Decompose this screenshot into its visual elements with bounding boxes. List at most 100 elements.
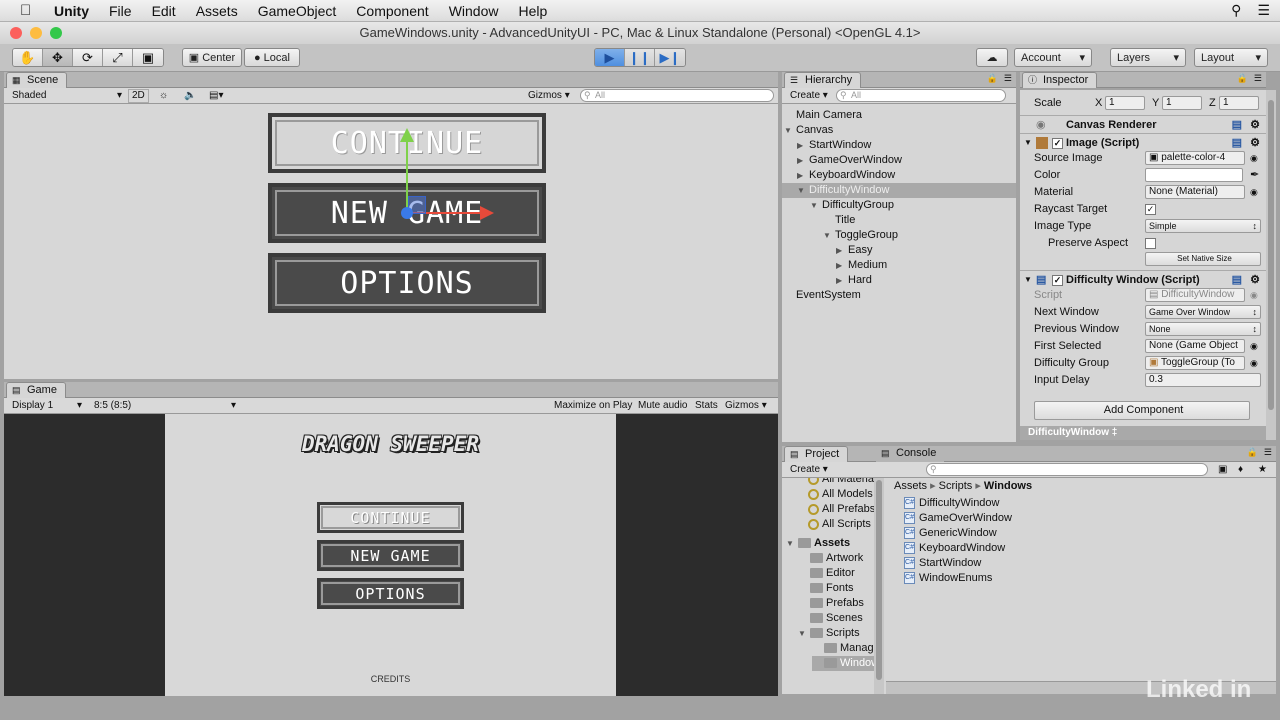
move-tool-icon[interactable]: ✥ xyxy=(43,49,73,66)
step-icon[interactable]: ▶❙ xyxy=(655,49,685,66)
hierarchy-item[interactable]: ▼ DifficultyWindow xyxy=(782,183,1016,198)
preserve-aspect-checkbox[interactable] xyxy=(1145,235,1156,251)
scene-search-input[interactable]: ⚲ All xyxy=(580,89,774,102)
scene-options-button[interactable]: OPTIONS xyxy=(268,253,546,313)
folder-item[interactable]: Prefabs xyxy=(798,596,864,611)
script-file-item[interactable]: C# WindowEnums xyxy=(904,571,992,586)
minimize-window-button[interactable] xyxy=(30,27,42,39)
inspector-scrollbar-thumb[interactable] xyxy=(1268,100,1274,410)
spotlight-search-icon[interactable]: ⚲ xyxy=(1231,2,1241,19)
mute-audio-toggle[interactable]: Mute audio xyxy=(638,399,687,413)
maximize-on-play-toggle[interactable]: Maximize on Play xyxy=(554,399,632,413)
hierarchy-item[interactable]: Main Camera xyxy=(782,108,1016,123)
scene-view[interactable]: CONTINUE NEW GAME OPTIONS xyxy=(4,104,778,476)
collapsed-arrow-icon[interactable]: ▶ xyxy=(797,153,809,168)
folder-item[interactable]: Artwork xyxy=(798,551,863,566)
tab-project[interactable]: ▤ Project xyxy=(784,446,849,462)
cloud-button[interactable]: ☁ xyxy=(976,48,1008,67)
hierarchy-item[interactable]: ▶ StartWindow xyxy=(782,138,1016,153)
folder-item[interactable]: Editor xyxy=(798,566,855,581)
object-picker-icon[interactable]: ◉ xyxy=(1250,150,1258,166)
folder-item[interactable]: Manage xyxy=(812,641,874,656)
inspector-scrollbar[interactable] xyxy=(1266,90,1276,440)
game-credits-link[interactable]: CREDITS xyxy=(165,674,616,684)
menu-window[interactable]: Window xyxy=(449,3,499,19)
scale-z-field[interactable]: 1 xyxy=(1219,96,1259,110)
gizmos-dropdown[interactable]: Gizmos ▾ xyxy=(528,89,570,103)
hierarchy-item[interactable]: Title xyxy=(782,213,1016,228)
pause-icon[interactable]: ❙❙ xyxy=(625,49,655,66)
rotate-tool-icon[interactable]: ⟳ xyxy=(73,49,103,66)
menu-help[interactable]: Help xyxy=(518,3,547,19)
folder-item[interactable]: Window xyxy=(812,656,874,671)
project-search-input[interactable]: ⚲ xyxy=(926,463,1208,476)
pivot-center-button[interactable]: ▣ Center xyxy=(182,48,242,67)
expanded-arrow-icon[interactable]: ▼ xyxy=(786,536,798,551)
hierarchy-item[interactable]: ▼ ToggleGroup xyxy=(782,228,1016,243)
menu-gameobject[interactable]: GameObject xyxy=(258,3,337,19)
tab-inspector[interactable]: ⓘ Inspector xyxy=(1022,72,1098,88)
rect-tool-icon[interactable]: ▣ xyxy=(133,49,163,66)
tab-hierarchy[interactable]: ☰ Hierarchy xyxy=(784,72,862,88)
set-native-size-button[interactable]: Set Native Size xyxy=(1145,252,1261,266)
menu-component[interactable]: Component xyxy=(356,3,428,19)
raycast-target-checkbox[interactable]: ✓ xyxy=(1145,201,1156,217)
color-swatch[interactable] xyxy=(1145,168,1243,182)
game-view[interactable]: DRAGON SWEEPER CONTINUE NEW GAME OPTIONS… xyxy=(4,414,778,696)
object-picker-icon[interactable]: ◉ xyxy=(1250,338,1258,354)
folder-tree-scrollbar[interactable] xyxy=(874,478,884,694)
expanded-arrow-icon[interactable]: ▼ xyxy=(823,228,835,243)
game-options-button[interactable]: OPTIONS xyxy=(317,578,464,609)
account-dropdown[interactable]: Account ▾ xyxy=(1014,48,1092,67)
folder-item[interactable]: Scenes xyxy=(798,611,863,626)
favorite-search-item[interactable]: All Scripts xyxy=(808,517,871,532)
expanded-arrow-icon[interactable]: ▼ xyxy=(797,183,809,198)
asset-labels-bar[interactable]: DifficultyWindow ‡ xyxy=(1020,426,1266,440)
panel-menu-icon[interactable]: ☰ xyxy=(1254,73,1262,84)
expanded-arrow-icon[interactable]: ▼ xyxy=(784,123,796,138)
object-picker-icon[interactable]: ◉ xyxy=(1250,355,1258,371)
favorite-search-item[interactable]: All Models xyxy=(808,487,873,502)
2d-toggle[interactable]: 2D xyxy=(128,89,149,103)
menu-unity[interactable]: Unity xyxy=(54,3,89,19)
folder-item[interactable]: Fonts xyxy=(798,581,854,596)
folder-tree-scrollbar-thumb[interactable] xyxy=(876,480,882,680)
pivot-local-button[interactable]: ● Local xyxy=(244,48,300,67)
favorite-star-icon[interactable]: ★ xyxy=(1258,463,1267,477)
expanded-arrow-icon[interactable]: ▼ xyxy=(810,198,822,213)
lock-icon[interactable]: 🔒 xyxy=(987,73,998,84)
hierarchy-create-dropdown[interactable]: Create ▾ xyxy=(790,89,828,103)
display-dropdown[interactable]: Display 1 ▾ xyxy=(12,399,82,413)
breadcrumb-item[interactable]: Assets xyxy=(894,480,927,492)
collapsed-arrow-icon[interactable]: ▶ xyxy=(797,138,809,153)
fold-arrow-icon[interactable]: ▼ xyxy=(1024,271,1032,289)
previous-window-dropdown[interactable]: None ↕ xyxy=(1145,322,1261,336)
menu-assets[interactable]: Assets xyxy=(196,3,238,19)
collapsed-arrow-icon[interactable]: ▶ xyxy=(836,243,848,258)
gizmo-pivot-icon[interactable] xyxy=(401,207,413,219)
tab-console[interactable]: ▤ Console xyxy=(876,446,945,462)
add-component-button[interactable]: Add Component xyxy=(1034,401,1250,420)
folder-item[interactable]: ▼ Scripts xyxy=(798,626,860,641)
collapsed-arrow-icon[interactable]: ▶ xyxy=(836,258,848,273)
aspect-dropdown[interactable]: 8:5 (8:5) ▾ xyxy=(94,399,236,413)
hierarchy-item[interactable]: ▼ Canvas xyxy=(782,123,1016,138)
script-file-item[interactable]: C# DifficultyWindow xyxy=(904,496,1000,511)
panel-menu-icon[interactable]: ☰ xyxy=(1004,73,1012,84)
component-gear-icon[interactable]: ⚙ xyxy=(1250,116,1260,134)
script-file-item[interactable]: C# GenericWindow xyxy=(904,526,997,541)
hierarchy-search-input[interactable]: ⚲ All xyxy=(836,89,1006,102)
close-window-button[interactable] xyxy=(10,27,22,39)
play-icon[interactable]: ▶ xyxy=(595,49,625,66)
eyedropper-icon[interactable]: ✒ xyxy=(1250,167,1259,183)
layout-dropdown[interactable]: Layout ▾ xyxy=(1194,48,1268,67)
script-file-item[interactable]: C# KeyboardWindow xyxy=(904,541,1005,556)
lighting-icon[interactable]: ☼ xyxy=(159,89,168,103)
lock-icon[interactable]: 🔒 xyxy=(1237,73,1248,84)
hierarchy-item[interactable]: ▶ Easy xyxy=(782,243,1016,258)
game-gizmos-dropdown[interactable]: Gizmos ▾ xyxy=(725,399,767,413)
hierarchy-item[interactable]: ▶ KeyboardWindow xyxy=(782,168,1016,183)
shading-dropdown[interactable]: Shaded ▾ xyxy=(12,89,122,103)
zoom-window-button[interactable] xyxy=(50,27,62,39)
search-by-type-icon[interactable]: ▣ xyxy=(1218,463,1227,477)
